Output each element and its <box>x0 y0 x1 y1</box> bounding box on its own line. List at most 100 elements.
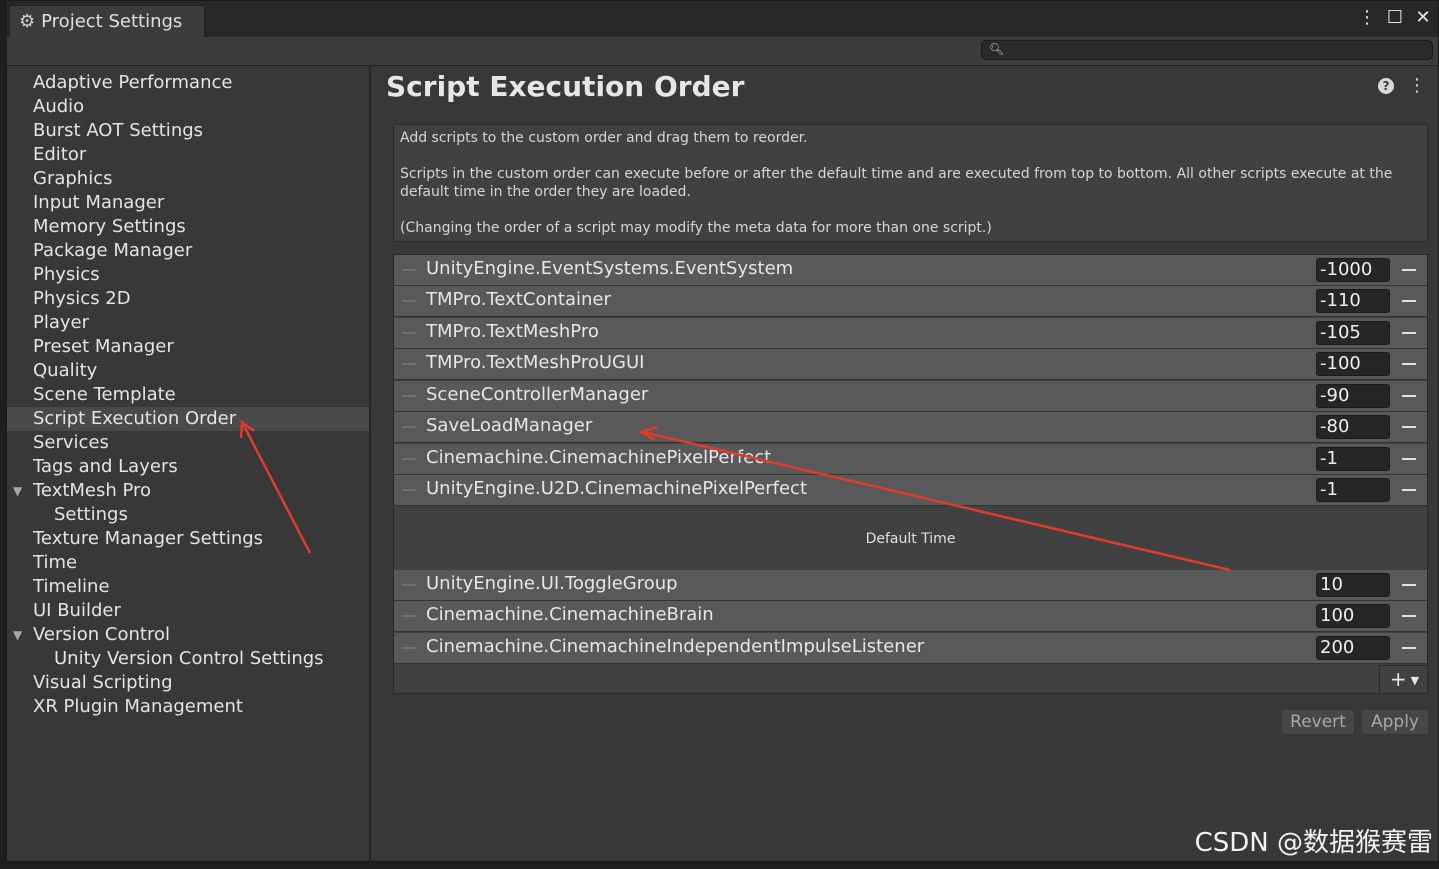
execution-order-field[interactable]: -110 <box>1316 289 1390 313</box>
script-row[interactable]: Cinemachine.CinemachineBrain 100 <box>394 601 1427 632</box>
drag-handle-icon[interactable] <box>402 426 416 428</box>
sidebar-item-textmesh-pro[interactable]: ▼ TextMesh Pro <box>7 479 369 503</box>
sidebar-item-visual-scripting[interactable]: Visual Scripting <box>7 671 369 695</box>
sidebar-item-adaptive-performance[interactable]: Adaptive Performance <box>7 71 369 95</box>
remove-icon[interactable] <box>1402 269 1416 271</box>
script-name: TMPro.TextMeshPro <box>426 321 599 342</box>
search-icon: 🔍︎ <box>989 42 1005 56</box>
drag-handle-icon[interactable] <box>402 489 416 491</box>
remove-icon[interactable] <box>1402 300 1416 302</box>
help-text-line: Add scripts to the custom order and drag… <box>400 130 808 146</box>
kebab-menu-icon[interactable]: ⋮ <box>1358 7 1376 29</box>
sidebar-item-time[interactable]: Time <box>7 551 369 575</box>
remove-icon[interactable] <box>1402 584 1416 586</box>
kebab-menu-icon[interactable]: ⋮ <box>1408 77 1426 95</box>
execution-order-field[interactable]: -80 <box>1316 415 1390 439</box>
script-row[interactable]: SaveLoadManager -80 <box>394 412 1427 443</box>
script-row[interactable]: SceneControllerManager -90 <box>394 381 1427 412</box>
close-icon[interactable]: ✕ <box>1414 7 1432 29</box>
main-panel: Script Execution Order ? ⋮ Add scripts t… <box>371 66 1438 861</box>
sidebar-item-services[interactable]: Services <box>7 431 369 455</box>
remove-icon[interactable] <box>1402 332 1416 334</box>
drag-handle-icon[interactable] <box>402 395 416 397</box>
gear-icon: ⚙ <box>19 11 36 32</box>
search-row: 🔍︎ <box>7 37 1438 66</box>
execution-order-field[interactable]: 10 <box>1316 573 1390 597</box>
sidebar-item-package-manager[interactable]: Package Manager <box>7 239 369 263</box>
help-text-line: Scripts in the custom order can execute … <box>400 166 1393 200</box>
script-name: Cinemachine.CinemachineIndependentImpuls… <box>426 636 925 657</box>
script-name: UnityEngine.EventSystems.EventSystem <box>426 258 794 279</box>
execution-order-field[interactable]: -105 <box>1316 321 1390 345</box>
sidebar-item-label: Version Control <box>33 624 170 645</box>
drag-handle-icon[interactable] <box>402 458 416 460</box>
drag-handle-icon[interactable] <box>402 615 416 617</box>
execution-order-field[interactable]: 200 <box>1316 636 1390 660</box>
execution-order-field[interactable]: -1000 <box>1316 258 1390 282</box>
page-title: Script Execution Order <box>386 70 745 103</box>
script-row[interactable]: Cinemachine.CinemachinePixelPerfect -1 <box>394 444 1427 475</box>
sidebar-item-physics-2d[interactable]: Physics 2D <box>7 287 369 311</box>
sidebar-item-script-execution-order[interactable]: Script Execution Order <box>7 407 369 431</box>
fold-arrow-icon[interactable]: ▼ <box>13 623 22 647</box>
execution-order-field[interactable]: -1 <box>1316 478 1390 502</box>
help-icon[interactable]: ? <box>1378 78 1394 94</box>
drag-handle-icon[interactable] <box>402 300 416 302</box>
execution-order-field[interactable]: -90 <box>1316 384 1390 408</box>
remove-icon[interactable] <box>1402 489 1416 491</box>
remove-icon[interactable] <box>1402 647 1416 649</box>
remove-icon[interactable] <box>1402 363 1416 365</box>
execution-order-field[interactable]: 100 <box>1316 604 1390 628</box>
maximize-icon[interactable]: ☐ <box>1386 7 1404 29</box>
search-input[interactable]: 🔍︎ <box>981 40 1433 60</box>
script-row[interactable]: UnityEngine.UI.ToggleGroup 10 <box>394 570 1427 601</box>
drag-handle-icon[interactable] <box>402 332 416 334</box>
sidebar-item-editor[interactable]: Editor <box>7 143 369 167</box>
sidebar-item-audio[interactable]: Audio <box>7 95 369 119</box>
add-label: + <box>1389 667 1407 691</box>
execution-order-field[interactable]: -100 <box>1316 352 1390 376</box>
script-row[interactable]: UnityEngine.U2D.CinemachinePixelPerfect … <box>394 475 1427 506</box>
sidebar-item-scene-template[interactable]: Scene Template <box>7 383 369 407</box>
sidebar-item-burst-aot-settings[interactable]: Burst AOT Settings <box>7 119 369 143</box>
window-controls: ⋮ ☐ ✕ <box>1358 7 1432 29</box>
sidebar-item-physics[interactable]: Physics <box>7 263 369 287</box>
sidebar-item-tags-and-layers[interactable]: Tags and Layers <box>7 455 369 479</box>
project-settings-window: ⚙ Project Settings ⋮ ☐ ✕ 🔍︎ Adaptive Per… <box>6 0 1439 862</box>
remove-icon[interactable] <box>1402 395 1416 397</box>
sidebar-item-texture-manager-settings[interactable]: Texture Manager Settings <box>7 527 369 551</box>
script-row[interactable]: TMPro.TextMeshPro -105 <box>394 318 1427 349</box>
header-icons: ? ⋮ <box>1378 77 1426 95</box>
sidebar-item-input-manager[interactable]: Input Manager <box>7 191 369 215</box>
sidebar-item-timeline[interactable]: Timeline <box>7 575 369 599</box>
script-row[interactable]: TMPro.TextMeshProUGUI -100 <box>394 349 1427 380</box>
drag-handle-icon[interactable] <box>402 647 416 649</box>
sidebar-item-graphics[interactable]: Graphics <box>7 167 369 191</box>
sidebar-item-version-control[interactable]: ▼ Version Control <box>7 623 369 647</box>
script-row[interactable]: UnityEngine.EventSystems.EventSystem -10… <box>394 255 1427 286</box>
drag-handle-icon[interactable] <box>402 584 416 586</box>
drag-handle-icon[interactable] <box>402 363 416 365</box>
sidebar-item-memory-settings[interactable]: Memory Settings <box>7 215 369 239</box>
sidebar-item-quality[interactable]: Quality <box>7 359 369 383</box>
script-name: SceneControllerManager <box>426 384 649 405</box>
script-row[interactable]: TMPro.TextContainer -110 <box>394 286 1427 317</box>
execution-order-field[interactable]: -1 <box>1316 447 1390 471</box>
remove-icon[interactable] <box>1402 426 1416 428</box>
sidebar-item-ui-builder[interactable]: UI Builder <box>7 599 369 623</box>
script-row[interactable]: Cinemachine.CinemachineIndependentImpuls… <box>394 633 1427 664</box>
remove-icon[interactable] <box>1402 458 1416 460</box>
drag-handle-icon[interactable] <box>402 269 416 271</box>
add-script-button[interactable]: + ▼ <box>1379 665 1429 694</box>
script-name: UnityEngine.UI.ToggleGroup <box>426 573 678 594</box>
sidebar-item-unity-version-control-settings[interactable]: Unity Version Control Settings <box>7 647 369 671</box>
sidebar-item-preset-manager[interactable]: Preset Manager <box>7 335 369 359</box>
fold-arrow-icon[interactable]: ▼ <box>13 479 22 503</box>
sidebar-item-textmesh-pro-settings[interactable]: Settings <box>7 503 369 527</box>
sidebar-item-player[interactable]: Player <box>7 311 369 335</box>
sidebar-item-xr-plugin-management[interactable]: XR Plugin Management <box>7 695 369 719</box>
tab-project-settings[interactable]: ⚙ Project Settings <box>9 5 205 37</box>
apply-button[interactable]: Apply <box>1362 710 1428 734</box>
remove-icon[interactable] <box>1402 615 1416 617</box>
revert-button[interactable]: Revert <box>1282 710 1354 734</box>
